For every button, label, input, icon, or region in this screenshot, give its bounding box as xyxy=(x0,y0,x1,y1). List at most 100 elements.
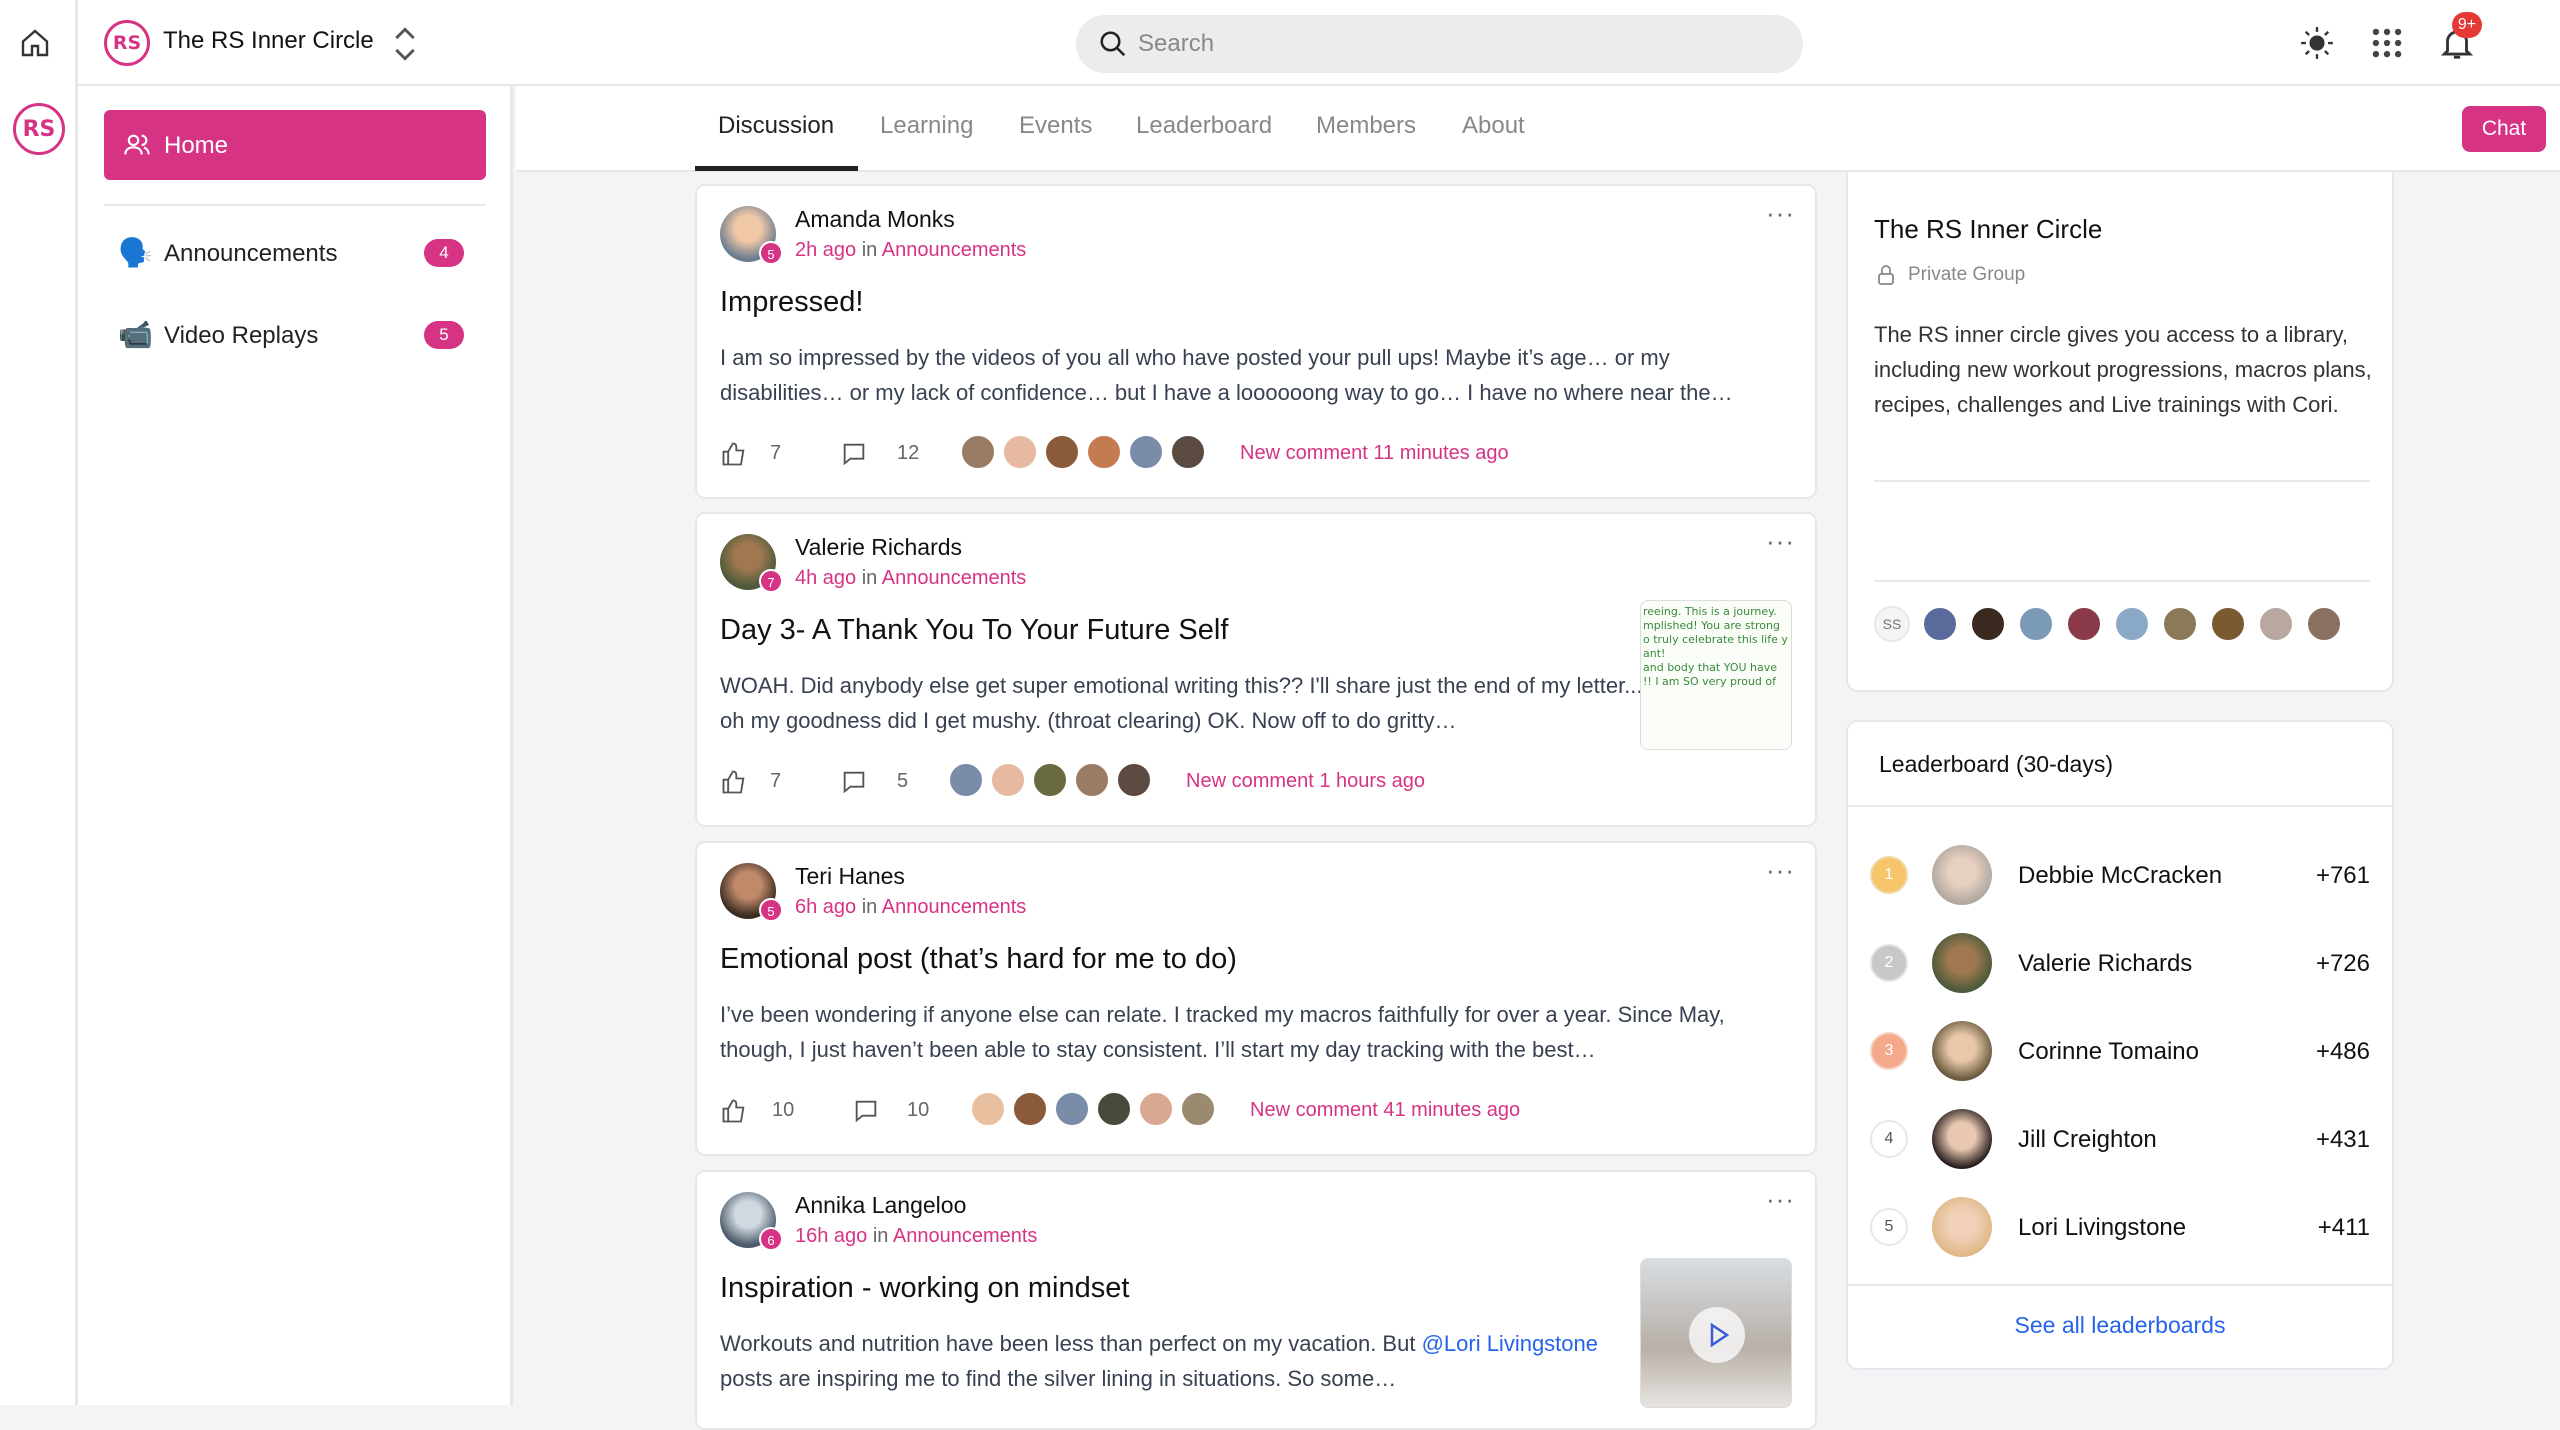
member-avatar[interactable] xyxy=(1932,1197,1992,1257)
member-name[interactable]: Lori Livingstone xyxy=(2018,1214,2186,1242)
top-bar: RS The RS Inner Circle 9+ xyxy=(78,0,2560,86)
like-count: 10 xyxy=(772,1099,795,1121)
post-meta: 16h ago in Announcements xyxy=(795,1225,1037,1248)
post-time: 4h ago xyxy=(795,567,857,589)
leaderboard-card: Leaderboard (30-days) 1 Debbie McCracken… xyxy=(1846,720,2394,1370)
more-options-icon[interactable]: ··· xyxy=(1766,855,1795,886)
post-title[interactable]: Impressed! xyxy=(720,286,863,319)
tab-about[interactable]: About xyxy=(1462,112,1525,140)
level-badge: 5 xyxy=(759,898,783,922)
post-in: in xyxy=(861,567,878,589)
home-icon[interactable] xyxy=(17,25,53,61)
member-avatar[interactable] xyxy=(1932,845,1992,905)
new-comment-indicator[interactable]: New comment 11 minutes ago xyxy=(1240,442,1509,465)
leaderboard-row[interactable]: 1 Debbie McCracken +761 xyxy=(1848,830,2392,918)
apps-grid-icon[interactable] xyxy=(2368,24,2406,62)
leaderboard-row[interactable]: 4 Jill Creighton +431 xyxy=(1848,1094,2392,1182)
search-bar[interactable] xyxy=(1076,15,1803,73)
member-name[interactable]: Jill Creighton xyxy=(2018,1126,2157,1154)
more-options-icon[interactable]: ··· xyxy=(1766,198,1795,229)
new-comment-indicator[interactable]: New comment 41 minutes ago xyxy=(1250,1099,1520,1122)
member-avatar[interactable] xyxy=(1932,1109,1992,1169)
commenter-avatars xyxy=(960,434,1212,470)
post-body[interactable]: WOAH. Did anybody else get super emotion… xyxy=(720,668,1655,738)
group-title: The RS Inner Circle xyxy=(1874,214,2103,244)
group-name[interactable]: The RS Inner Circle xyxy=(163,27,374,55)
unread-count-badge: 4 xyxy=(424,239,464,267)
post-space-link[interactable]: Announcements xyxy=(882,239,1027,261)
group-switcher-icon[interactable] xyxy=(390,25,420,63)
member-points: +761 xyxy=(2315,862,2370,889)
like-count: 7 xyxy=(770,442,782,464)
member-initials-avatar[interactable]: SS xyxy=(1874,606,1910,642)
chat-button[interactable]: Chat xyxy=(2462,106,2546,152)
post-thumbnail-image[interactable]: reeing. This is a journey. mplished! You … xyxy=(1640,600,1792,750)
sidebar-item-label: Announcements xyxy=(164,240,338,267)
sidebar-item-home[interactable]: Home xyxy=(104,110,486,180)
post-card[interactable]: 5 Teri Hanes 6h ago in Announcements ···… xyxy=(695,841,1817,1156)
post-body[interactable]: I’ve been wondering if anyone else can r… xyxy=(720,997,1780,1067)
sidebar-item-video-replays[interactable]: 📹 Video Replays 5 xyxy=(104,304,486,364)
group-logo[interactable]: RS xyxy=(104,20,150,66)
member-avatar[interactable] xyxy=(1932,933,1992,993)
more-options-icon[interactable]: ··· xyxy=(1766,526,1795,557)
theme-toggle-icon[interactable] xyxy=(2298,24,2336,62)
divider xyxy=(1848,805,2392,807)
comment-icon[interactable] xyxy=(840,768,868,796)
divider xyxy=(1874,480,2370,482)
comment-icon[interactable] xyxy=(852,1097,880,1125)
user-mention-link[interactable]: @Lori Livingstone xyxy=(1422,1331,1598,1356)
member-name[interactable]: Corinne Tomaino xyxy=(2018,1038,2199,1066)
post-author[interactable]: Valerie Richards xyxy=(795,534,962,561)
post-title[interactable]: Emotional post (that’s hard for me to do… xyxy=(720,943,1237,976)
rank-number: 4 xyxy=(1870,1120,1908,1158)
tab-discussion[interactable]: Discussion xyxy=(718,112,834,140)
post-video-thumbnail[interactable] xyxy=(1640,1258,1792,1408)
tab-events[interactable]: Events xyxy=(1019,112,1092,140)
more-options-icon[interactable]: ··· xyxy=(1766,1184,1795,1215)
play-button-icon[interactable] xyxy=(1687,1305,1747,1365)
like-icon[interactable] xyxy=(720,768,748,796)
post-body[interactable]: Workouts and nutrition have been less th… xyxy=(720,1326,1655,1396)
tab-bar: Discussion Learning Events Leaderboard M… xyxy=(516,86,2560,172)
like-icon[interactable] xyxy=(720,1097,748,1125)
post-space-link[interactable]: Announcements xyxy=(893,1225,1038,1247)
leaderboard-row[interactable]: 3 Corinne Tomaino +486 xyxy=(1848,1006,2392,1094)
member-name[interactable]: Debbie McCracken xyxy=(2018,862,2222,890)
post-card[interactable]: 6 Annika Langeloo 16h ago in Announcemen… xyxy=(695,1170,1817,1430)
level-badge: 7 xyxy=(759,569,783,593)
community-logo[interactable]: RS xyxy=(13,103,65,155)
leaderboard-row[interactable]: 2 Valerie Richards +726 xyxy=(1848,918,2392,1006)
member-avatar[interactable] xyxy=(1932,1021,1992,1081)
post-card[interactable]: 5 Amanda Monks 2h ago in Announcements ·… xyxy=(695,184,1817,499)
post-space-link[interactable]: Announcements xyxy=(882,567,1027,589)
member-avatars[interactable]: SS xyxy=(1874,606,2354,642)
leaderboard-row[interactable]: 5 Lori Livingstone +411 xyxy=(1848,1182,2392,1270)
post-in: in xyxy=(872,1225,889,1247)
post-meta: 2h ago in Announcements xyxy=(795,239,1026,262)
new-comment-indicator[interactable]: New comment 1 hours ago xyxy=(1186,770,1425,793)
search-input[interactable] xyxy=(1136,15,1776,73)
post-author[interactable]: Amanda Monks xyxy=(795,206,955,233)
post-body-text: posts are inspiring me to find the silve… xyxy=(720,1366,1397,1391)
member-points: +431 xyxy=(2315,1126,2370,1153)
post-title[interactable]: Day 3- A Thank You To Your Future Self xyxy=(720,614,1228,647)
sidebar-item-announcements[interactable]: 🗣️ Announcements 4 xyxy=(104,222,486,282)
post-body[interactable]: I am so impressed by the videos of you a… xyxy=(720,340,1780,410)
post-meta: 6h ago in Announcements xyxy=(795,896,1026,919)
tab-members[interactable]: Members xyxy=(1316,112,1416,140)
see-all-leaderboards-link[interactable]: See all leaderboards xyxy=(1848,1312,2392,1339)
post-author[interactable]: Annika Langeloo xyxy=(795,1192,966,1219)
members-icon xyxy=(124,134,150,155)
member-name[interactable]: Valerie Richards xyxy=(2018,950,2192,978)
post-author[interactable]: Teri Hanes xyxy=(795,863,905,890)
tab-learning[interactable]: Learning xyxy=(880,112,973,140)
tab-leaderboard[interactable]: Leaderboard xyxy=(1136,112,1272,140)
rank-medal-silver: 2 xyxy=(1870,944,1908,982)
post-title[interactable]: Inspiration - working on mindset xyxy=(720,1272,1129,1305)
post-card[interactable]: 7 Valerie Richards 4h ago in Announcemen… xyxy=(695,512,1817,827)
like-icon[interactable] xyxy=(720,440,748,468)
post-space-link[interactable]: Announcements xyxy=(882,896,1027,918)
member-points: +726 xyxy=(2315,950,2370,977)
comment-icon[interactable] xyxy=(840,440,868,468)
